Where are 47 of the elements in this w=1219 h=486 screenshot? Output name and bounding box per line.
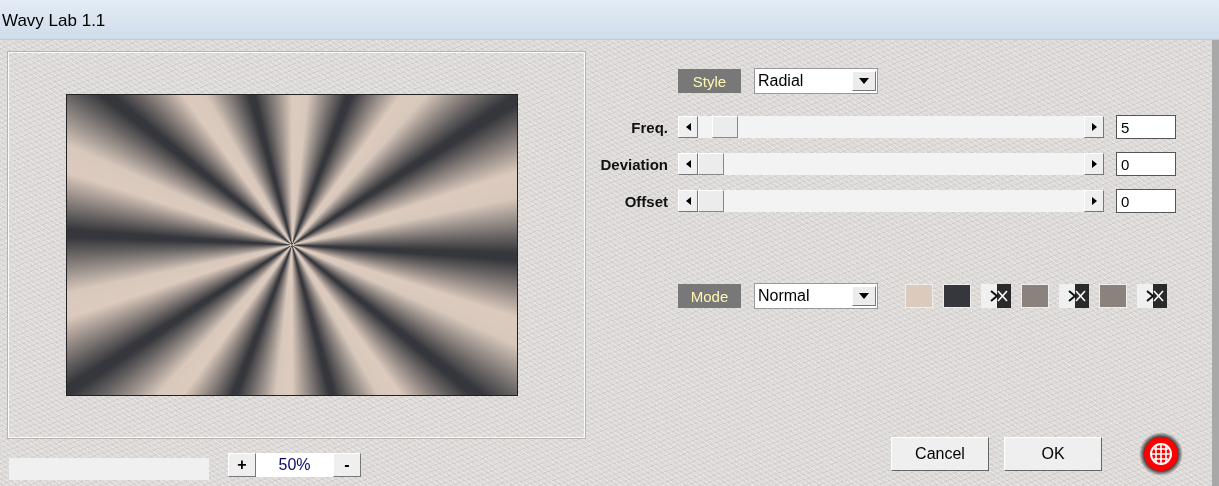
scroll-right-button[interactable] — [1084, 190, 1104, 212]
scroll-right-button[interactable] — [1084, 116, 1104, 138]
swap-icon — [1137, 284, 1167, 308]
slider-thumb[interactable] — [698, 153, 724, 175]
section-label: Style — [678, 69, 741, 93]
left-arrow-icon — [685, 160, 691, 168]
color-swatch[interactable] — [1099, 284, 1127, 308]
value-field[interactable]: 0 — [1116, 189, 1176, 213]
globe-logo-icon — [1139, 432, 1183, 476]
slider-label: Deviation — [599, 155, 668, 173]
zoom-level: 50% — [256, 453, 333, 477]
color-swatch[interactable] — [1021, 284, 1049, 308]
zoom-out-button[interactable]: - — [333, 453, 361, 477]
dialog-button[interactable]: OK — [1004, 437, 1102, 471]
swap-icon — [1059, 284, 1089, 308]
left-arrow-icon — [685, 123, 691, 131]
slider-thumb[interactable] — [712, 116, 739, 138]
dropdown-arrow-icon — [859, 78, 869, 84]
slider[interactable] — [678, 116, 1104, 138]
dropdown[interactable]: Normal — [754, 283, 878, 309]
scroll-left-button[interactable] — [678, 190, 698, 212]
right-arrow-icon — [1091, 197, 1097, 205]
left-arrow-icon — [685, 197, 691, 205]
scroll-right-button[interactable] — [1084, 153, 1104, 175]
window-title: Wavy Lab 1.1 — [2, 9, 106, 31]
dialog-button[interactable]: Cancel — [891, 437, 989, 471]
slider[interactable] — [678, 153, 1104, 175]
section-label: Mode — [678, 284, 741, 308]
color-swatch[interactable] — [905, 284, 933, 308]
right-arrow-icon — [1091, 160, 1097, 168]
slider[interactable] — [678, 190, 1104, 212]
color-swatch[interactable] — [943, 284, 971, 308]
right-arrow-icon — [1091, 123, 1097, 131]
swap-colors-button[interactable] — [1137, 284, 1167, 308]
dropdown-arrow-icon — [859, 293, 869, 299]
value-field[interactable]: 5 — [1116, 115, 1176, 139]
slider-label: Offset — [623, 192, 668, 210]
swap-icon — [981, 284, 1011, 308]
value-field[interactable]: 0 — [1116, 152, 1176, 176]
scroll-left-button[interactable] — [678, 153, 698, 175]
zoom-in-button[interactable]: + — [228, 453, 256, 477]
swap-colors-button[interactable] — [1059, 284, 1089, 308]
swap-colors-button[interactable] — [981, 284, 1011, 308]
slider-thumb[interactable] — [698, 190, 724, 212]
slider-label: Freq. — [630, 118, 668, 136]
scroll-left-button[interactable] — [678, 116, 698, 138]
dropdown[interactable]: Radial — [754, 68, 878, 94]
